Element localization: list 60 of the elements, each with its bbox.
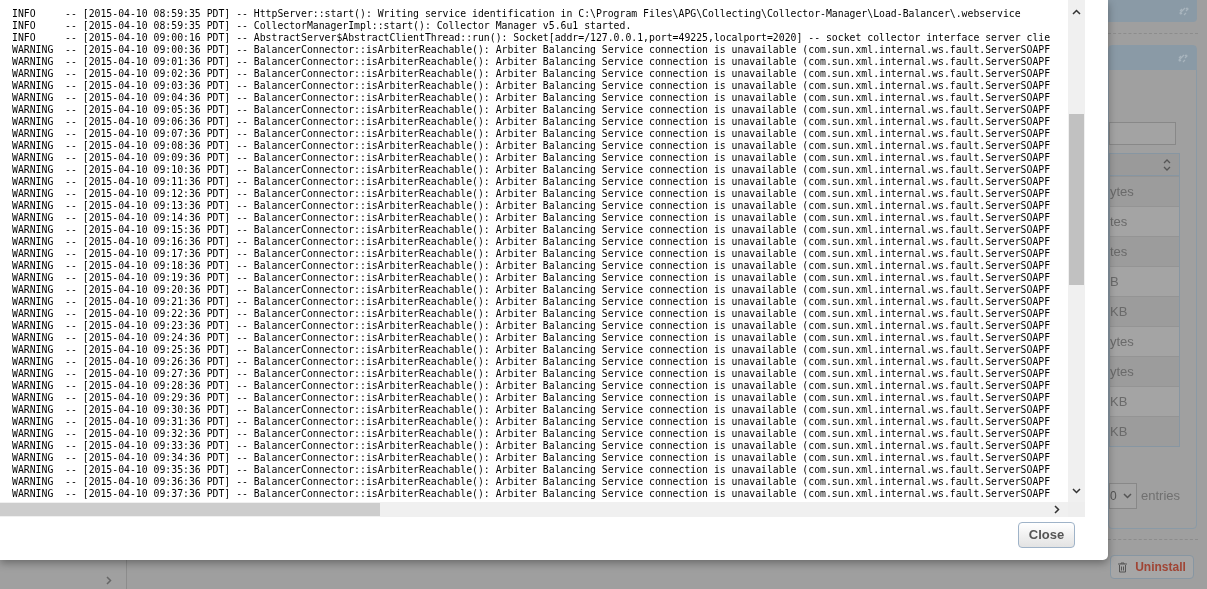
log-line: INFO -- [2015-04-10 08:59:35 PDT] -- HttpServer::start(): Writing service identification in C:\Program Files\APG\Collecting\Collector-Manager\Load-Balancer\.webservice	[12, 8, 1022, 20]
log-line: WARNING -- [2015-04-10 09:33:36 PDT] -- BalancerConnector::isArbiterReachable(): Arbiter Balancing Service connection is unavailable (com.sun.xml.internal.ws.fault.ServerSOAPF	[12, 440, 1052, 452]
log-line: WARNING -- [2015-04-10 09:36:36 PDT] -- BalancerConnector::isArbiterReachable(): Arbiter Balancing Service connection is unavailable (com.sun.xml.internal.ws.fault.ServerSOAPF	[12, 476, 1052, 488]
log-line: WARNING -- [2015-04-10 09:37:36 PDT] -- BalancerConnector::isArbiterReachable(): Arbiter Balancing Service connection is unavailable (com.sun.xml.internal.ws.fault.ServerSOAPF	[12, 488, 1052, 500]
log-line: WARNING -- [2015-04-10 09:27:36 PDT] -- BalancerConnector::isArbiterReachable(): Arbiter Balancing Service connection is unavailable (com.sun.xml.internal.ws.fault.ServerSOAPF	[12, 368, 1052, 380]
log-line: WARNING -- [2015-04-10 09:00:36 PDT] -- BalancerConnector::isArbiterReachable(): Arbiter Balancing Service connection is unavailable (com.sun.xml.internal.ws.fault.ServerSOAPF	[12, 44, 1052, 56]
uninstall-button[interactable]: Uninstall	[1110, 555, 1194, 579]
log-line: WARNING -- [2015-04-10 09:30:36 PDT] -- BalancerConnector::isArbiterReachable(): Arbiter Balancing Service connection is unavailable (com.sun.xml.internal.ws.fault.ServerSOAPF	[12, 404, 1052, 416]
log-line: WARNING -- [2015-04-10 09:15:36 PDT] -- BalancerConnector::isArbiterReachable(): Arbiter Balancing Service connection is unavailable (com.sun.xml.internal.ws.fault.ServerSOAPF	[12, 224, 1052, 236]
scrollbar-thumb[interactable]	[1069, 114, 1084, 285]
table-cell-text: tes	[1110, 212, 1128, 231]
log-line: WARNING -- [2015-04-10 09:13:36 PDT] -- BalancerConnector::isArbiterReachable(): Arbiter Balancing Service connection is unavailable (com.sun.xml.internal.ws.fault.ServerSOAPF	[12, 200, 1052, 212]
search-field[interactable]	[1109, 122, 1176, 145]
scroll-down-icon[interactable]	[1072, 488, 1081, 494]
log-line: WARNING -- [2015-04-10 09:11:36 PDT] -- BalancerConnector::isArbiterReachable(): Arbiter Balancing Service connection is unavailable (com.sun.xml.internal.ws.fault.ServerSOAPF	[12, 176, 1052, 188]
log-line: WARNING -- [2015-04-10 09:17:36 PDT] -- BalancerConnector::isArbiterReachable(): Arbiter Balancing Service connection is unavailable (com.sun.xml.internal.ws.fault.ServerSOAPF	[12, 248, 1052, 260]
trash-icon	[1118, 561, 1128, 573]
table-cell-text: ytes	[1110, 332, 1134, 351]
log-line: WARNING -- [2015-04-10 09:01:36 PDT] -- BalancerConnector::isArbiterReachable(): Arbiter Balancing Service connection is unavailable (com.sun.xml.internal.ws.fault.ServerSOAPF	[12, 56, 1052, 68]
log-line: WARNING -- [2015-04-10 09:12:36 PDT] -- BalancerConnector::isArbiterReachable(): Arbiter Balancing Service connection is unavailable (com.sun.xml.internal.ws.fault.ServerSOAPF	[12, 188, 1052, 200]
log-line: WARNING -- [2015-04-10 09:23:36 PDT] -- BalancerConnector::isArbiterReachable(): Arbiter Balancing Service connection is unavailable (com.sun.xml.internal.ws.fault.ServerSOAPF	[12, 320, 1052, 332]
log-line: WARNING -- [2015-04-10 09:24:36 PDT] -- BalancerConnector::isArbiterReachable(): Arbiter Balancing Service connection is unavailable (com.sun.xml.internal.ws.fault.ServerSOAPF	[12, 332, 1052, 344]
log-line: WARNING -- [2015-04-10 09:02:36 PDT] -- BalancerConnector::isArbiterReachable(): Arbiter Balancing Service connection is unavailable (com.sun.xml.internal.ws.fault.ServerSOAPF	[12, 68, 1052, 80]
sort-icon	[1163, 158, 1171, 171]
log-line: WARNING -- [2015-04-10 09:35:36 PDT] -- BalancerConnector::isArbiterReachable(): Arbiter Balancing Service connection is unavailable (com.sun.xml.internal.ws.fault.ServerSOAPF	[12, 464, 1052, 476]
scroll-up-icon[interactable]	[1072, 9, 1081, 15]
log-line: WARNING -- [2015-04-10 09:25:36 PDT] -- BalancerConnector::isArbiterReachable(): Arbiter Balancing Service connection is unavailable (com.sun.xml.internal.ws.fault.ServerSOAPF	[12, 344, 1052, 356]
close-button[interactable]: Close	[1018, 522, 1075, 548]
page-size-value: 0	[1110, 488, 1117, 505]
page-size-select[interactable]: 0	[1109, 483, 1137, 509]
log-line: WARNING -- [2015-04-10 09:20:36 PDT] -- BalancerConnector::isArbiterReachable(): Arbiter Balancing Service connection is unavailable (com.sun.xml.internal.ws.fault.ServerSOAPF	[12, 284, 1052, 296]
log-line: WARNING -- [2015-04-10 09:16:36 PDT] -- BalancerConnector::isArbiterReachable(): Arbiter Balancing Service connection is unavailable (com.sun.xml.internal.ws.fault.ServerSOAPF	[12, 236, 1052, 248]
log-line: WARNING -- [2015-04-10 09:09:36 PDT] -- BalancerConnector::isArbiterReachable(): Arbiter Balancing Service connection is unavailable (com.sun.xml.internal.ws.fault.ServerSOAPF	[12, 152, 1052, 164]
log-line: WARNING -- [2015-04-10 09:28:36 PDT] -- BalancerConnector::isArbiterReachable(): Arbiter Balancing Service connection is unavailable (com.sun.xml.internal.ws.fault.ServerSOAPF	[12, 380, 1052, 392]
log-line: WARNING -- [2015-04-10 09:29:36 PDT] -- BalancerConnector::isArbiterReachable(): Arbiter Balancing Service connection is unavailable (com.sun.xml.internal.ws.fault.ServerSOAPF	[12, 392, 1052, 404]
log-line: WARNING -- [2015-04-10 09:06:36 PDT] -- BalancerConnector::isArbiterReachable(): Arbiter Balancing Service connection is unavailable (com.sun.xml.internal.ws.fault.ServerSOAPF	[12, 116, 1052, 128]
log-line: WARNING -- [2015-04-10 09:19:36 PDT] -- BalancerConnector::isArbiterReachable(): Arbiter Balancing Service connection is unavailable (com.sun.xml.internal.ws.fault.ServerSOAPF	[12, 272, 1052, 284]
log-line: WARNING -- [2015-04-10 09:26:36 PDT] -- BalancerConnector::isArbiterReachable(): Arbiter Balancing Service connection is unavailable (com.sun.xml.internal.ws.fault.ServerSOAPF	[12, 356, 1052, 368]
log-line: WARNING -- [2015-04-10 09:14:36 PDT] -- BalancerConnector::isArbiterReachable(): Arbiter Balancing Service connection is unavailable (com.sun.xml.internal.ws.fault.ServerSOAPF	[12, 212, 1052, 224]
column-header[interactable]	[1109, 153, 1180, 176]
scrollbar-thumb[interactable]	[0, 503, 380, 516]
log-line: INFO -- [2015-04-10 09:00:16 PDT] -- AbstractServer$AbstractClientThread::run(): Socket[addr=/127.0.0.1,port=49225,localport=2020] -- socket collector interface server clie	[12, 32, 1052, 44]
log-line: WARNING -- [2015-04-10 09:04:36 PDT] -- BalancerConnector::isArbiterReachable(): Arbiter Balancing Service connection is unavailable (com.sun.xml.internal.ws.fault.ServerSOAPF	[12, 92, 1052, 104]
log-line: WARNING -- [2015-04-10 09:07:36 PDT] -- BalancerConnector::isArbiterReachable(): Arbiter Balancing Service connection is unavailable (com.sun.xml.internal.ws.fault.ServerSOAPF	[12, 128, 1052, 140]
log-line: WARNING -- [2015-04-10 09:08:36 PDT] -- BalancerConnector::isArbiterReachable(): Arbiter Balancing Service connection is unavailable (com.sun.xml.internal.ws.fault.ServerSOAPF	[12, 140, 1052, 152]
chevron-right-icon	[106, 575, 112, 585]
scroll-right-icon[interactable]	[1054, 505, 1060, 514]
log-line: WARNING -- [2015-04-10 09:22:36 PDT] -- BalancerConnector::isArbiterReachable(): Arbiter Balancing Service connection is unavailable (com.sun.xml.internal.ws.fault.ServerSOAPF	[12, 308, 1052, 320]
log-line: WARNING -- [2015-04-10 09:05:36 PDT] -- BalancerConnector::isArbiterReachable(): Arbiter Balancing Service connection is unavailable (com.sun.xml.internal.ws.fault.ServerSOAPF	[12, 104, 1052, 116]
log-line: WARNING -- [2015-04-10 09:34:36 PDT] -- BalancerConnector::isArbiterReachable(): Arbiter Balancing Service connection is unavailable (com.sun.xml.internal.ws.fault.ServerSOAPF	[12, 452, 1052, 464]
log-line: WARNING -- [2015-04-10 09:21:36 PDT] -- BalancerConnector::isArbiterReachable(): Arbiter Balancing Service connection is unavailable (com.sun.xml.internal.ws.fault.ServerSOAPF	[12, 296, 1052, 308]
log-line: INFO -- [2015-04-10 08:59:35 PDT] -- CollectorManagerImpl::start(): Collector Manager v5.6u1 started.	[12, 20, 633, 32]
table-cell-text: KB	[1110, 392, 1128, 411]
log-line: WARNING -- [2015-04-10 09:10:36 PDT] -- BalancerConnector::isArbiterReachable(): Arbiter Balancing Service connection is unavailable (com.sun.xml.internal.ws.fault.ServerSOAPF	[12, 164, 1052, 176]
chevron-down-icon	[1123, 493, 1132, 499]
log-line: WARNING -- [2015-04-10 09:03:36 PDT] -- BalancerConnector::isArbiterReachable(): Arbiter Balancing Service connection is unavailable (com.sun.xml.internal.ws.fault.ServerSOAPF	[12, 80, 1052, 92]
table-cell-text: B	[1110, 272, 1119, 291]
log-line: WARNING -- [2015-04-10 09:32:36 PDT] -- BalancerConnector::isArbiterReachable(): Arbiter Balancing Service connection is unavailable (com.sun.xml.internal.ws.fault.ServerSOAPF	[12, 428, 1052, 440]
log-line: WARNING -- [2015-04-10 09:31:36 PDT] -- BalancerConnector::isArbiterReachable(): Arbiter Balancing Service connection is unavailable (com.sun.xml.internal.ws.fault.ServerSOAPF	[12, 416, 1052, 428]
log-line: WARNING -- [2015-04-10 09:18:36 PDT] -- BalancerConnector::isArbiterReachable(): Arbiter Balancing Service connection is unavailable (com.sun.xml.internal.ws.fault.ServerSOAPF	[12, 260, 1052, 272]
